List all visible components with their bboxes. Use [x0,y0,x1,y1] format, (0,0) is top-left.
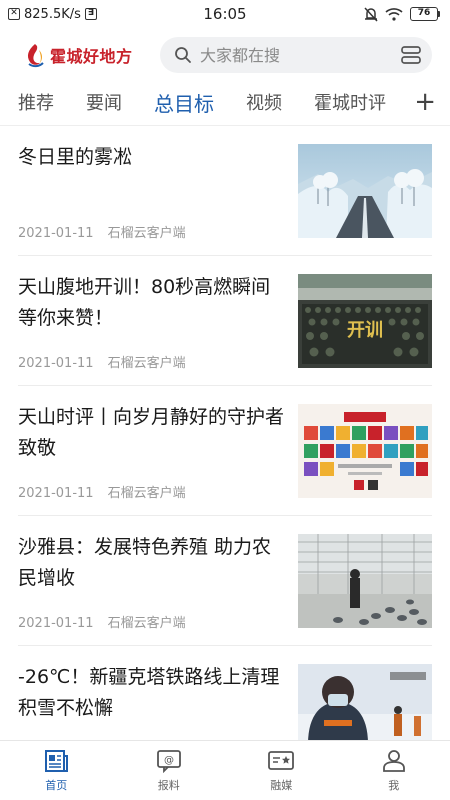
app-header: 霍城好地方 [0,32,450,78]
nav-label: 我 [388,778,400,792]
news-date: 2021-01-11 [18,356,94,371]
status-left: ✕ 825.5K/s ∃ [8,7,97,22]
news-thumbnail [298,664,432,744]
tabs-fade: + [402,82,450,122]
nav-media[interactable]: 融媒 [225,741,338,800]
news-title: 天山腹地开训！80秒高燃瞬间等你来赞！ [18,276,271,329]
search-bar[interactable] [160,37,432,73]
nav-home[interactable]: 首页 [0,741,113,800]
tab-general-goal[interactable]: 总目标 [154,88,214,117]
news-thumbnail [298,404,432,498]
flame-logo-icon [27,44,44,68]
news-thumbnail: 开训 [298,274,432,368]
tab-video[interactable]: 视频 [246,89,282,115]
pigeon-farm-image [298,534,432,628]
wifi-icon [385,7,403,21]
user-icon [382,749,405,772]
news-item[interactable]: 天山腹地开训！80秒高燃瞬间等你来赞！ 2021-01-11 石榴云客户端 开训 [18,256,432,386]
status-bar: ✕ 825.5K/s ∃ 16:05 76 [0,0,450,28]
battery-icon: 76 [410,7,440,21]
news-icon [45,749,69,772]
add-channel-icon[interactable]: + [414,89,436,115]
news-meta: 2021-01-11 石榴云客户端 [18,222,186,241]
search-icon [175,47,191,63]
news-date: 2021-01-11 [18,226,94,241]
news-title: -26℃！新疆克塔铁路线上清理积雪不松懈 [18,666,280,719]
news-date: 2021-01-11 [18,486,94,501]
news-date: 2021-01-11 [18,616,94,631]
news-title: 冬日里的雾凇 [18,146,133,168]
news-source: 石榴云客户端 [107,616,186,631]
news-item[interactable]: 沙雅县：发展特色养殖 助力农民增收 2021-01-11 石榴云客户端 [18,516,432,646]
logo-text: 霍城好地方 [50,47,133,66]
search-input[interactable] [200,45,400,65]
news-title: 沙雅县：发展特色养殖 助力农民增收 [18,536,272,589]
svg-text:@: @ [164,755,174,766]
news-meta: 2021-01-11 石榴云客户端 [18,612,186,631]
status-right: 76 [364,6,440,22]
nav-label: 报料 [157,778,180,792]
close-notification-icon: ✕ [8,8,20,20]
poster-image [298,404,432,498]
nav-me[interactable]: 我 [338,741,450,800]
news-source: 石榴云客户端 [107,486,186,501]
report-icon: @ [156,749,181,773]
news-meta: 2021-01-11 石榴云客户端 [18,482,186,501]
scan-icon[interactable] [400,45,422,65]
net-speed: 825.5K/s [24,6,81,22]
nav-label: 融媒 [270,778,293,792]
mute-bell-icon [364,6,378,22]
news-item[interactable]: 冬日里的雾凇 2021-01-11 石榴云客户端 [18,126,432,256]
thumb-caption: 开训 [347,320,383,341]
channel-tabs: 推荐 要闻 总目标 视频 霍城时评 + [0,82,450,122]
battery-level: 76 [410,7,438,21]
sim-icon: ∃ [84,8,97,20]
railway-worker-image [298,664,432,744]
military-training-image: 开训 [298,274,432,368]
news-thumbnail [298,534,432,628]
news-thumbnail [298,144,432,238]
app-logo[interactable]: 霍城好地方 [24,42,154,68]
news-source: 石榴云客户端 [107,226,186,241]
media-icon [268,750,295,770]
news-source: 石榴云客户端 [107,356,186,371]
news-meta: 2021-01-11 石榴云客户端 [18,352,186,371]
nav-report[interactable]: @ 报料 [113,741,226,800]
news-item[interactable]: 天山时评丨向岁月静好的守护者致敬 2021-01-11 石榴云客户端 [18,386,432,516]
tab-huocheng-commentary[interactable]: 霍城时评 [314,89,386,115]
bottom-nav: 首页 @ 报料 融媒 我 [0,740,450,800]
news-title: 天山时评丨向岁月静好的守护者致敬 [18,406,285,459]
snowy-road-image [298,144,432,238]
tab-headlines[interactable]: 要闻 [86,89,122,115]
tab-recommend[interactable]: 推荐 [18,89,54,115]
nav-label: 首页 [45,778,68,792]
